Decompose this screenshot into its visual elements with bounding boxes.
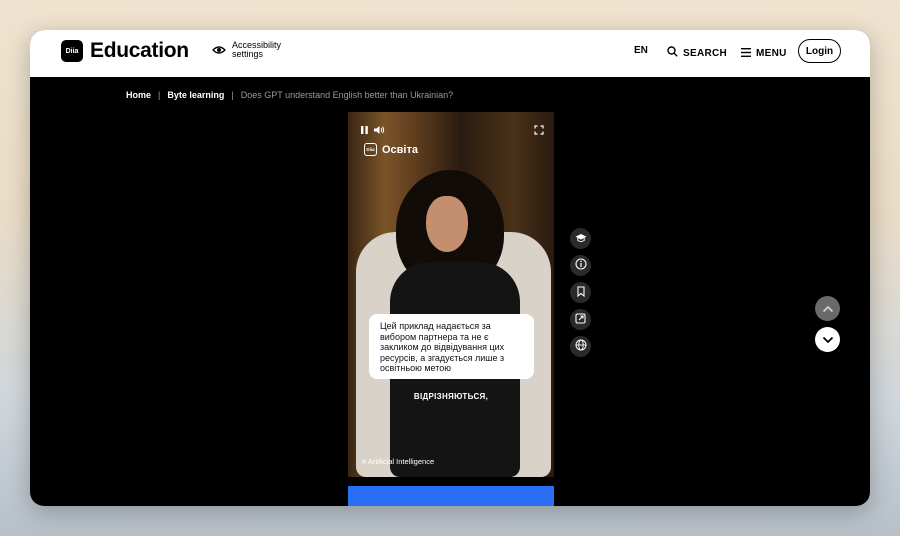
breadcrumb-separator: | [158,90,161,100]
search-button[interactable]: SEARCH [667,44,727,62]
accessibility-settings-button[interactable]: Accessibility settings [212,41,302,59]
breadcrumb-current: Does GPT understand English better than … [240,90,454,100]
menu-button[interactable]: MENU [741,44,787,62]
video-topic-tag[interactable]: # Artificial Intelligence [362,457,434,466]
video-caption-bubble: Цей приклад надається за вибором партнер… [369,314,534,379]
info-button[interactable] [570,255,591,276]
next-video-button[interactable] [815,327,840,352]
previous-video-button[interactable] [815,296,840,321]
browser-window: Diia Education Accessibility settings EN… [30,30,870,506]
login-button[interactable]: Login [798,39,841,63]
accessibility-label: Accessibility settings [232,40,282,59]
breadcrumb-byte-learning[interactable]: Byte learning [167,90,224,100]
language-button[interactable] [570,336,591,357]
video-subtitle: ВІДРІЗНЯЮТЬСЯ, [413,392,489,401]
bookmark-button[interactable] [570,282,591,303]
search-label: SEARCH [683,47,728,59]
chevron-down-icon [822,331,834,349]
pause-icon[interactable] [360,122,369,140]
graduation-cap-icon [575,230,587,248]
share-icon [575,311,586,329]
share-button[interactable] [570,309,591,330]
site-title[interactable]: Education [90,39,189,63]
hamburger-icon [741,44,751,62]
site-header: Diia Education Accessibility settings EN… [30,30,870,77]
info-icon [574,257,587,275]
video-side-actions [570,228,591,357]
video-brand: Diia Освіта [364,143,418,156]
search-icon [667,44,678,62]
chevron-up-icon [822,300,834,318]
breadcrumb: Home | Byte learning | Does GPT understa… [126,90,453,100]
breadcrumb-home[interactable]: Home [126,90,151,100]
eye-icon [212,45,226,55]
menu-label: MENU [756,47,787,59]
globe-icon [575,338,587,356]
next-card-preview[interactable] [348,486,554,506]
video-person-face [426,196,468,252]
diia-logo[interactable]: Diia [61,40,83,62]
video-controls [360,122,385,140]
bookmark-icon [576,284,586,302]
video-brand-logo: Diia [364,143,377,156]
volume-icon[interactable] [373,122,385,140]
breadcrumb-separator: | [231,90,234,100]
video-brand-name: Освіта [382,143,418,156]
fullscreen-icon[interactable] [534,122,544,140]
language-switch[interactable]: EN [634,45,648,56]
course-button[interactable] [570,228,591,249]
video-player[interactable]: Diia Освіта Цей приклад надається за виб… [348,112,554,477]
